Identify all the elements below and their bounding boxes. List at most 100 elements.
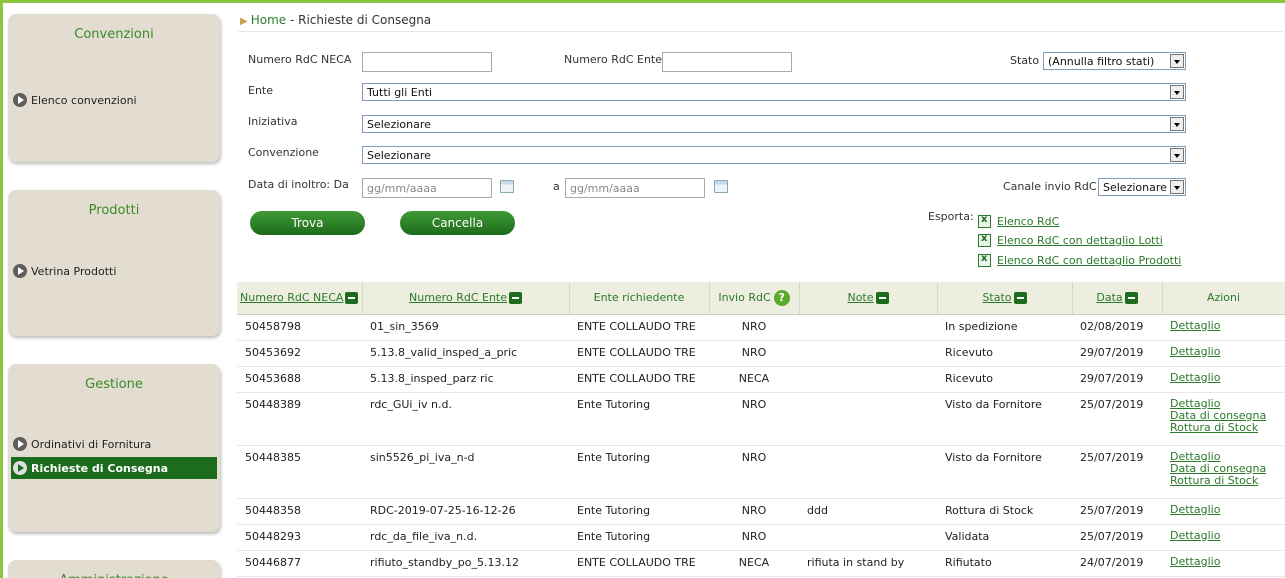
cell-stato: Validata (937, 524, 1072, 551)
sidebar-item-ordinativi-di-fornitura[interactable]: Ordinativi di Fornitura (11, 433, 217, 455)
cell-numero-rdc-ente: sin5526_pi_iva_n-d (362, 445, 569, 499)
sidebar-title-prodotti: Prodotti (88, 203, 140, 218)
cell-data: 25/07/2019 (1072, 498, 1162, 525)
convenzione-select[interactable]: Selezionare (362, 146, 1186, 164)
calendar-icon[interactable] (500, 180, 514, 193)
cell-numero-rdc-neca: 50448385 (237, 445, 362, 499)
convenzione-select-value: Selezionare (367, 148, 431, 162)
header-stato[interactable]: Stato (937, 282, 1073, 315)
breadcrumb-arrow-icon: ▶ (240, 16, 248, 27)
sidebar-item-richieste-di-consegna[interactable]: Richieste di Consegna (11, 457, 217, 479)
cell-stato: Rottura di Stock (937, 498, 1072, 525)
data-da-input[interactable] (362, 178, 492, 198)
azione-link-dettaglio[interactable]: Dettaglio (1170, 529, 1277, 542)
cell-ente-richiedente: ENTE COLLAUDO TRE (569, 314, 709, 341)
azione-link-dettaglio[interactable]: Dettaglio (1170, 319, 1277, 332)
sort-icon[interactable] (875, 292, 889, 305)
cell-note (799, 340, 937, 367)
help-icon[interactable]: ? (773, 289, 790, 306)
cell-numero-rdc-neca: 50453692 (237, 340, 362, 367)
cell-invio-rdc: NRO (709, 340, 799, 367)
azione-link-rottura-di-stock[interactable]: Rottura di Stock (1170, 474, 1277, 487)
sidebar-item-label: Richieste di Consegna (31, 461, 168, 475)
numero-rdc-ente-input[interactable] (662, 52, 792, 72)
cell-numero-rdc-neca: 50448358 (237, 498, 362, 525)
stato-label: Stato (1010, 54, 1040, 67)
header-numero-rdc-ente[interactable]: Numero RdC Ente (362, 282, 570, 315)
data-a-label: a (553, 180, 560, 193)
header-note[interactable]: Note (799, 282, 938, 315)
cell-azioni: Dettaglio (1162, 550, 1285, 577)
azione-link-dettaglio[interactable]: Dettaglio (1170, 345, 1277, 358)
chevron-down-icon (1170, 117, 1184, 131)
export-elenco-rdc-prodotti-link[interactable]: Elenco RdC con dettaglio Prodotti (978, 253, 1181, 267)
numero-rdc-ente-label: Numero RdC Ente (564, 53, 662, 66)
breadcrumb-home-link[interactable]: Home (251, 13, 286, 27)
azione-link-dettaglio[interactable]: Dettaglio (1170, 397, 1277, 410)
header-numero-rdc-neca[interactable]: Numero RdC NECA (237, 282, 363, 315)
cell-numero-rdc-ente: RDC-2019-07-25-16-12-26 (362, 498, 569, 525)
export-elenco-rdc-lotti-link[interactable]: Elenco RdC con dettaglio Lotti (978, 233, 1163, 247)
cell-invio-rdc: NECA (709, 550, 799, 577)
cell-numero-rdc-ente: rdc_GUi_iv n.d. (362, 392, 569, 446)
chevron-down-icon (1170, 54, 1184, 68)
azione-link-dettaglio[interactable]: Dettaglio (1170, 450, 1277, 463)
azione-link-dettaglio[interactable]: Dettaglio (1170, 503, 1277, 516)
sort-icon[interactable] (345, 292, 359, 305)
cell-azioni: Dettaglio Data di consegna Rottura di Stoc… (1162, 392, 1285, 446)
cell-numero-rdc-ente: rdc_da_file_iva_n.d. (362, 524, 569, 551)
sidebar-item-vetrina-prodotti[interactable]: Vetrina Prodotti (11, 260, 217, 282)
table-row: 50448385 sin5526_pi_iva_n-d Ente Tutoring N… (237, 445, 1285, 499)
cell-data: 25/07/2019 (1072, 445, 1162, 499)
export-link-label: Elenco RdC con dettaglio Lotti (997, 234, 1163, 247)
top-border (0, 0, 1285, 3)
numero-rdc-neca-input[interactable] (362, 52, 492, 72)
sort-icon[interactable] (1124, 292, 1138, 305)
chevron-down-icon (1170, 180, 1184, 194)
data-a-input[interactable] (565, 178, 705, 198)
ente-label: Ente (248, 84, 274, 97)
cell-numero-rdc-neca: 50448293 (237, 524, 362, 551)
arrow-right-icon (13, 461, 27, 475)
header-data[interactable]: Data (1072, 282, 1163, 315)
azione-link-data-di-consegna[interactable]: Data di consegna (1170, 462, 1277, 475)
table-row: 50448389 rdc_GUi_iv n.d. Ente Tutoring NRO V… (237, 392, 1285, 446)
azione-link-rottura-di-stock[interactable]: Rottura di Stock (1170, 421, 1277, 434)
export-elenco-rdc-link[interactable]: Elenco RdC (978, 214, 1059, 228)
iniziativa-label: Iniziativa (248, 115, 298, 128)
cell-invio-rdc: NECA (709, 366, 799, 393)
table-row: 50446877 rifiuto_standby_po_5.13.12 ENTE C… (237, 550, 1285, 577)
table-header-row: Numero RdC NECA Numero RdC Ente Ente ric… (237, 282, 1285, 315)
cell-azioni: Dettaglio (1162, 366, 1285, 393)
iniziativa-select[interactable]: Selezionare (362, 115, 1186, 133)
azione-link-data-di-consegna[interactable]: Data di consegna (1170, 409, 1277, 422)
cell-data: 25/07/2019 (1072, 392, 1162, 446)
header-ente-richiedente: Ente richiedente (569, 282, 710, 315)
cell-ente-richiedente: ENTE COLLAUDO TRE (569, 340, 709, 367)
sidebar-section-gestione: Gestione Ordinativi di Fornitura Richies… (8, 364, 220, 532)
cell-numero-rdc-ente: 01_sin_3569 (362, 314, 569, 341)
cell-numero-rdc-ente: 5.13.8_insped_parz ric (362, 366, 569, 393)
ente-select[interactable]: Tutti gli Enti (362, 83, 1186, 101)
trova-button[interactable]: Trova (250, 211, 365, 235)
sidebar-item-elenco-convenzioni[interactable]: Elenco convenzioni (11, 89, 217, 111)
azione-link-dettaglio[interactable]: Dettaglio (1170, 371, 1277, 384)
cell-ente-richiedente: Ente Tutoring (569, 392, 709, 446)
table-row: 50453692 5.13.8_valid_insped_a_pric ENTE C… (237, 340, 1285, 367)
sort-icon[interactable] (509, 292, 522, 305)
cell-data: 29/07/2019 (1072, 340, 1162, 367)
ente-select-value: Tutti gli Enti (367, 85, 433, 99)
azione-link-dettaglio[interactable]: Dettaglio (1170, 555, 1277, 568)
cell-ente-richiedente: Ente Tutoring (569, 498, 709, 525)
canale-invio-select[interactable]: Selezionare (1098, 178, 1186, 196)
header-azioni: Azioni (1162, 282, 1285, 315)
rdc-table: Numero RdC NECA Numero RdC Ente Ente ric… (237, 282, 1285, 577)
numero-rdc-neca-label: Numero RdC NECA (248, 53, 352, 66)
cell-ente-richiedente: Ente Tutoring (569, 524, 709, 551)
sort-icon[interactable] (1013, 292, 1027, 305)
stato-select[interactable]: (Annulla filtro stati) (1043, 52, 1186, 70)
calendar-icon[interactable] (714, 180, 728, 193)
cell-stato: Rifiutato (937, 550, 1072, 577)
cancella-button[interactable]: Cancella (400, 211, 515, 235)
convenzione-label: Convenzione (248, 146, 319, 159)
